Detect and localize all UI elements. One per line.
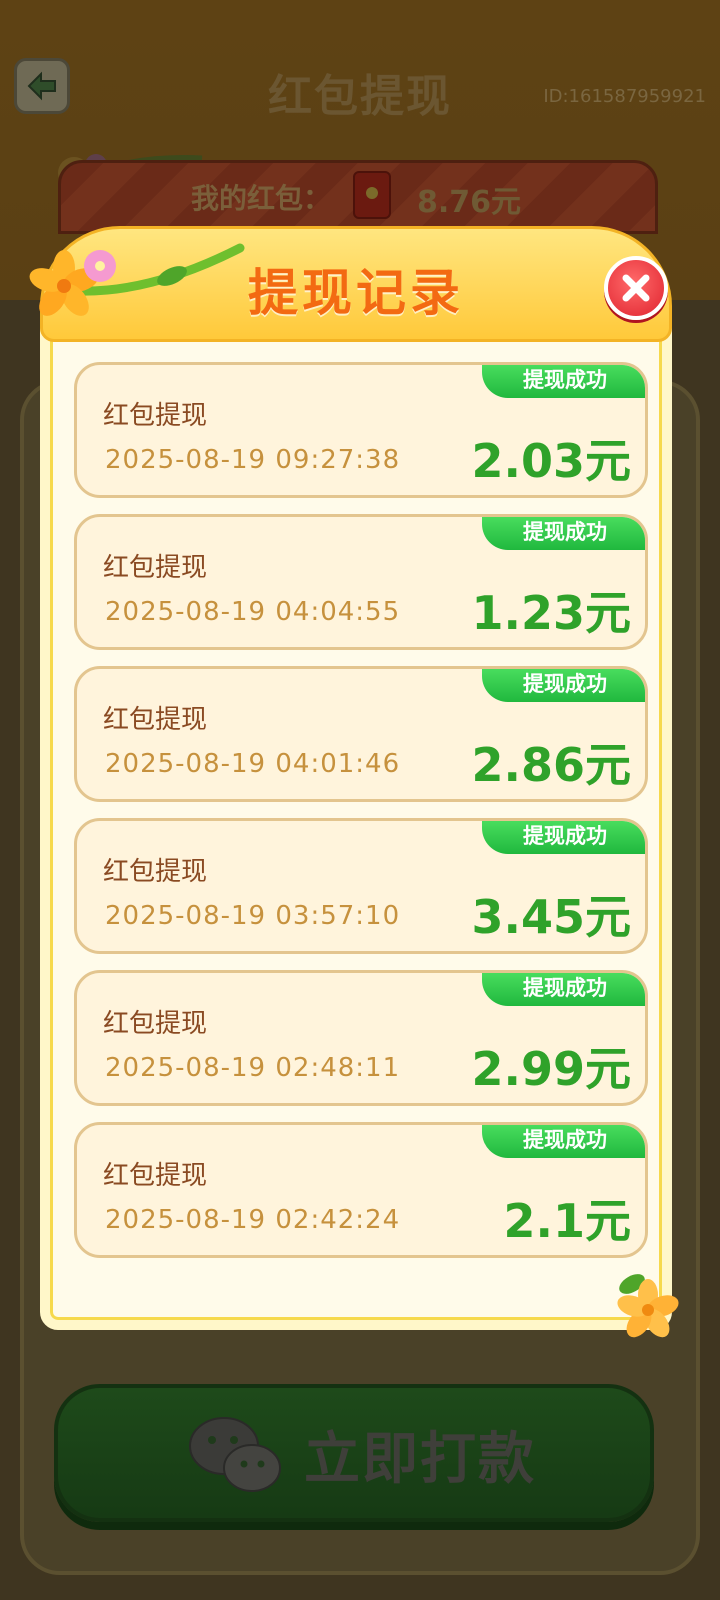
status-badge: 提现成功 — [482, 517, 645, 550]
record-amount: 1.23元 — [471, 586, 632, 640]
record-item: 提现成功红包提现 2025-08-19 03:57:10 3.45元 — [74, 818, 648, 954]
withdraw-records-modal: 提现成功红包提现2025-08-19 10:11:032.51元提现成功红包提现… — [40, 226, 672, 1330]
record-item: 提现成功红包提现 2025-08-19 02:42:24 2.1元 — [74, 1122, 648, 1258]
record-amount: 2.86元 — [471, 738, 632, 792]
record-amount: 2.99元 — [471, 1042, 632, 1096]
record-amount: 3.45元 — [471, 890, 632, 944]
record-time: 2025-08-19 02:48:11 — [105, 1053, 401, 1083]
status-badge: 提现成功 — [482, 365, 645, 398]
record-title: 红包提现 — [103, 857, 208, 887]
record-item: 提现成功红包提现 2025-08-19 04:04:55 1.23元 — [74, 514, 648, 650]
flower-decoration-icon — [617, 1274, 679, 1338]
pay-now-button[interactable]: 立即打款 — [54, 1384, 654, 1522]
status-badge: 提现成功 — [482, 973, 645, 1006]
record-time: 2025-08-19 04:01:46 — [105, 749, 401, 779]
record-item: 提现成功红包提现 2025-08-19 02:48:11 2.99元 — [74, 970, 648, 1106]
pay-now-label: 立即打款 — [304, 1427, 536, 1492]
record-time: 2025-08-19 03:57:10 — [105, 901, 401, 931]
record-amount: 2.03元 — [471, 434, 632, 488]
record-title: 红包提现 — [103, 1009, 208, 1039]
records-scroll-area[interactable]: 提现成功红包提现2025-08-19 10:11:032.51元提现成功红包提现… — [74, 346, 652, 1274]
status-badge: 提现成功 — [482, 1125, 645, 1158]
record-time: 2025-08-19 09:27:38 — [105, 445, 401, 475]
red-envelope-icon — [353, 171, 391, 219]
wechat-icon — [189, 1417, 281, 1492]
balance-value: 8.76元 — [417, 185, 522, 220]
record-item: 提现成功红包提现 2025-08-19 09:27:38 2.03元 — [74, 362, 648, 498]
balance-bar: 我的红包： 8.76元 — [58, 160, 658, 234]
record-title: 红包提现 — [103, 401, 208, 431]
close-button[interactable] — [604, 256, 668, 320]
record-time: 2025-08-19 02:42:24 — [105, 1205, 401, 1235]
status-badge: 提现成功 — [482, 821, 645, 854]
user-id: ID:161587959921 — [543, 86, 706, 107]
record-title: 红包提现 — [103, 1161, 208, 1191]
record-time: 2025-08-19 04:04:55 — [105, 597, 401, 627]
flower-decoration-icon — [29, 243, 245, 316]
record-title: 红包提现 — [103, 553, 208, 583]
record-amount: 2.1元 — [503, 1194, 632, 1248]
records-list-container: 提现成功红包提现2025-08-19 10:11:032.51元提现成功红包提现… — [40, 326, 672, 1330]
balance-label: 我的红包： — [191, 182, 332, 215]
record-title: 红包提现 — [103, 705, 208, 735]
status-badge: 提现成功 — [482, 669, 645, 702]
records-list: 提现成功红包提现2025-08-19 10:11:032.51元提现成功红包提现… — [74, 346, 652, 1274]
record-item: 提现成功红包提现 2025-08-19 04:01:46 2.86元 — [74, 666, 648, 802]
close-icon — [622, 274, 650, 302]
